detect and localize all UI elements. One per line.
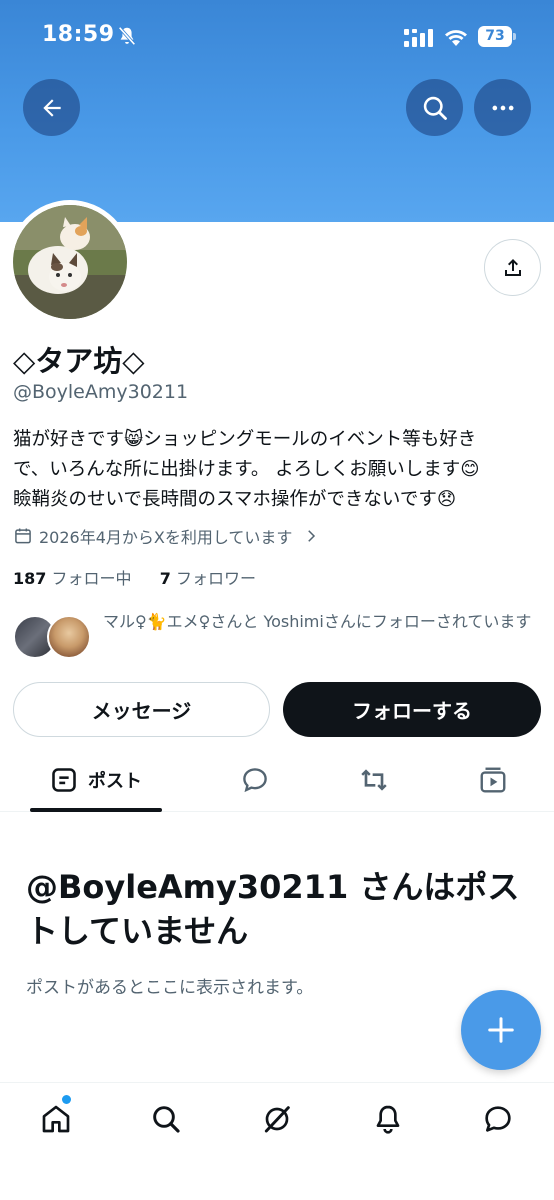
calendar-icon	[15, 528, 31, 544]
search-icon	[153, 1106, 180, 1133]
status-bar: 18:59 73	[0, 0, 554, 70]
bell-off-icon	[118, 26, 136, 46]
followers-label: フォロワー	[175, 569, 256, 588]
empty-state-title: @BoyleAmy30211 さんはポストしていません	[26, 868, 520, 950]
bell-icon	[376, 1105, 400, 1134]
repost-icon	[361, 769, 387, 791]
tab-reposts[interactable]	[349, 748, 399, 812]
chat-bubble-icon	[485, 1106, 511, 1132]
following-label: フォロー中	[51, 569, 132, 588]
signal-icon	[404, 29, 433, 47]
cats-photo-icon	[13, 205, 127, 319]
follower-avatar	[47, 615, 91, 659]
grok-icon	[264, 1106, 290, 1133]
battery-tip	[513, 33, 516, 40]
battery-level: 73	[478, 26, 512, 47]
follow-counts: 187 フォロー中 7 フォロワー	[13, 565, 256, 589]
tab-media[interactable]	[468, 748, 518, 812]
empty-state-subtitle: ポストがあるとここに表示されます。	[26, 978, 314, 998]
share-button[interactable]	[484, 239, 541, 296]
profile-avatar[interactable]	[8, 200, 132, 324]
followers-you-know-text: マル♀🐈エメ♀さんと Yoshimiさんにフォローされています	[103, 612, 532, 631]
wifi-icon	[445, 30, 467, 46]
tab-replies[interactable]	[230, 748, 280, 812]
reply-icon	[243, 768, 267, 793]
search-button[interactable]	[406, 79, 463, 136]
more-horizontal-icon	[492, 105, 513, 110]
nav-messages[interactable]	[478, 1099, 518, 1139]
bottom-navigation	[0, 1082, 554, 1200]
followers-count: 7	[159, 569, 171, 588]
profile-bio: 猫が好きです😸ショッピングモールのイベント等も好き で、いろんな所に出掛けます。…	[13, 425, 543, 515]
home-icon	[42, 1105, 70, 1133]
video-media-icon	[480, 767, 506, 793]
more-button[interactable]	[474, 79, 531, 136]
nav-notifications[interactable]	[368, 1099, 408, 1139]
followers-link[interactable]: 7 フォロワー	[160, 569, 256, 588]
compose-post-button[interactable]	[461, 990, 541, 1070]
user-handle: @BoyleAmy30211	[13, 381, 189, 403]
search-icon	[423, 96, 447, 120]
back-button[interactable]	[23, 79, 80, 136]
profile-banner: 18:59 73	[0, 0, 554, 222]
home-notification-dot	[62, 1095, 71, 1104]
profile-page: 18:59 73 ◇タア坊◇ @BoyleAmy30211 猫が好きです😸ショッ…	[0, 0, 554, 1200]
bio-line: で、いろんな所に出掛けます。 よろしくお願いします😊	[13, 459, 480, 480]
share-icon	[504, 258, 521, 276]
battery-indicator: 73	[478, 26, 516, 47]
joined-date[interactable]: 2026年4月からXを利用しています	[13, 524, 320, 548]
tab-posts-label: ポスト	[88, 771, 142, 792]
plus-icon	[488, 1017, 514, 1043]
status-time: 18:59	[42, 22, 115, 47]
display-name: ◇タア坊◇	[13, 344, 145, 378]
profile-tabs: ポスト	[0, 748, 554, 812]
posts-icon	[52, 768, 76, 792]
message-button[interactable]: メッセージ	[13, 682, 270, 737]
chevron-right-icon	[308, 530, 316, 542]
avatar-image	[13, 205, 127, 319]
follow-button[interactable]: フォローする	[283, 682, 541, 737]
followers-you-know[interactable]: マル♀🐈エメ♀さんと Yoshimiさんにフォローされています	[13, 608, 543, 664]
bio-line: 猫が好きです😸ショッピングモールのイベント等も好き	[13, 429, 477, 450]
followers-you-know-avatars	[13, 615, 93, 661]
arrow-left-icon	[42, 98, 61, 117]
nav-explore[interactable]	[146, 1099, 186, 1139]
nav-grok[interactable]	[257, 1099, 297, 1139]
tab-posts[interactable]: ポスト	[30, 748, 162, 812]
bio-line: 瞼鞘炎のせいで長時間のスマホ操作ができないです😞	[13, 489, 457, 510]
active-tab-indicator	[30, 808, 162, 812]
joined-text: 2026年4月からXを利用しています	[39, 528, 293, 547]
nav-home[interactable]	[36, 1099, 76, 1139]
following-count: 187	[13, 569, 47, 588]
following-link[interactable]: 187 フォロー中	[13, 569, 132, 588]
